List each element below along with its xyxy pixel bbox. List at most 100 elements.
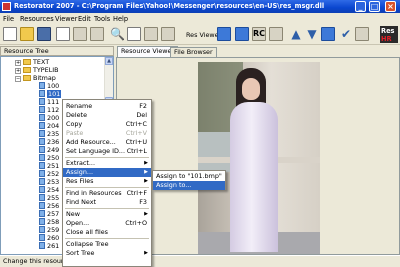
context-menu-item[interactable]: Copy Ctrl+C (63, 120, 151, 129)
rc-view-icon[interactable]: RC (252, 27, 266, 41)
tree-item-label: 249 (47, 146, 60, 154)
menu-item-label: Res Files (66, 177, 94, 185)
context-menu-item[interactable]: Delete Del (63, 111, 151, 120)
bitmap-icon (39, 146, 45, 153)
tree-bitmap-item[interactable]: 101 (39, 90, 62, 98)
tree-item-label: 111 (47, 98, 60, 106)
menu-separator (65, 208, 149, 209)
menu-separator (65, 238, 149, 239)
context-menu-item[interactable]: Res Files ▶ (63, 177, 151, 186)
tree-item-label: 257 (47, 210, 60, 218)
context-menu-item[interactable]: Collapse Tree (63, 240, 151, 249)
menu-item-shortcut: Ctrl+V (125, 129, 147, 137)
tree-item-label: 112 (47, 106, 60, 114)
tree-item-label: 256 (47, 202, 60, 210)
close-button[interactable]: × (385, 1, 396, 12)
tree-item-label: 200 (47, 114, 60, 122)
tree-bitmap-item[interactable]: 254 (39, 186, 59, 194)
save-resource-icon[interactable] (90, 27, 104, 41)
tab-file-browser[interactable]: File Browser (170, 47, 217, 57)
tree-bitmap-item[interactable]: 256 (39, 202, 59, 210)
tree-bitmap-item[interactable]: 100 (39, 82, 59, 90)
menu-item-label: Rename (66, 102, 93, 110)
menu-file[interactable]: File (3, 15, 14, 23)
context-menu-item[interactable]: Find in Resources Ctrl+F (63, 189, 151, 198)
bitmap-icon (39, 130, 45, 137)
checkmark-icon[interactable]: ✔ (339, 27, 353, 41)
new-resource-icon[interactable] (56, 27, 70, 41)
image-view-icon[interactable] (235, 27, 249, 41)
scroll-up-icon[interactable]: ▲ (105, 57, 113, 65)
dialog-view-icon[interactable] (269, 27, 283, 41)
edit-icon[interactable] (355, 27, 369, 41)
hex-view-icon[interactable] (217, 27, 231, 41)
context-menu-item[interactable]: Assign... ▶ (63, 168, 151, 177)
menu-edit[interactable]: Edit (78, 15, 91, 23)
menu-item-shortcut: F3 (139, 198, 147, 206)
context-menu-item[interactable]: Sort Tree ▶ (63, 249, 151, 258)
tree-folder-item[interactable]: + TEXT (15, 58, 49, 66)
context-menu-item[interactable]: Close all files (63, 228, 151, 237)
tree-bitmap-item[interactable]: 204 (39, 122, 59, 130)
tree-item-label: 101 (47, 90, 62, 98)
search-icon[interactable]: 🔍 (110, 27, 125, 41)
menu-resources[interactable]: Resources (20, 15, 54, 23)
context-menu-item[interactable]: New ▶ (63, 210, 151, 219)
minimize-button[interactable]: _ (355, 1, 366, 12)
menu-item-label: New (66, 210, 80, 218)
bitmap-icon (39, 114, 45, 121)
bitmap-icon (39, 162, 45, 169)
book-icon[interactable] (144, 27, 158, 41)
menu-item-label: Close all files (66, 228, 109, 236)
tree-bitmap-item[interactable]: 252 (39, 170, 59, 178)
tree-bitmap-item[interactable]: 111 (39, 98, 59, 106)
context-menu-item[interactable]: Set Language ID... Ctrl+L (63, 147, 151, 156)
tree-bitmap-item[interactable]: 261 (39, 242, 59, 250)
menu-viewer[interactable]: Viewer (55, 15, 77, 23)
expander-icon[interactable]: − (15, 76, 21, 82)
tree-bitmap-item[interactable]: 258 (39, 218, 59, 226)
tree-folder-item[interactable]: + TYPELIB (15, 66, 59, 74)
menu-item-label: Add Resource... (66, 138, 116, 146)
tree-bitmap-item[interactable]: 236 (39, 138, 59, 146)
tree-bitmap-item[interactable]: 260 (39, 234, 59, 242)
tree-bitmap-item[interactable]: 259 (39, 226, 59, 234)
menu-separator (65, 157, 149, 158)
context-menu: Rename F2 Delete Del Copy Ctrl+C Paste Ctrl+V Ad… (62, 99, 152, 267)
tree-bitmap-item[interactable]: 250 (39, 154, 59, 162)
context-menu-item[interactable]: Rename F2 (63, 102, 151, 111)
context-menu-item[interactable]: Extract... ▶ (63, 159, 151, 168)
tree-folder-item[interactable]: − Bitmap (15, 74, 56, 82)
save-disk-icon[interactable] (37, 27, 51, 41)
tree-item-label: 250 (47, 154, 60, 162)
context-menu-item[interactable]: Find Next F3 (63, 198, 151, 207)
menu-separator (65, 187, 149, 188)
menu-help[interactable]: Help (113, 15, 128, 23)
arrow-down-icon[interactable]: ▼ (305, 27, 319, 41)
tree-bitmap-item[interactable]: 255 (39, 194, 59, 202)
assign-to-item[interactable]: Assign to... (153, 181, 225, 190)
open-folder-icon[interactable] (20, 27, 34, 41)
tree-bitmap-item[interactable]: 249 (39, 146, 59, 154)
tree-bitmap-item[interactable]: 251 (39, 162, 59, 170)
tab-resource-viewer[interactable]: Resource Viewer (117, 46, 179, 57)
folder-icon (23, 59, 31, 65)
tree-bitmap-item[interactable]: 112 (39, 106, 59, 114)
tree-bitmap-item[interactable]: 253 (39, 178, 59, 186)
properties-icon[interactable] (127, 27, 141, 41)
tree-bitmap-item[interactable]: 200 (39, 114, 59, 122)
open-resource-icon[interactable] (73, 27, 87, 41)
context-menu-item[interactable]: Add Resource... Ctrl+U (63, 138, 151, 147)
menu-tools[interactable]: Tools (94, 15, 110, 23)
context-menu-item[interactable]: Open... Ctrl+O (63, 219, 151, 228)
clipboard-icon[interactable] (161, 27, 175, 41)
arrow-up-icon[interactable]: ▲ (289, 27, 303, 41)
maximize-button[interactable]: □ (369, 1, 380, 12)
new-file-icon[interactable] (3, 27, 17, 41)
tree-bitmap-item[interactable]: 235 (39, 130, 59, 138)
folder-icon (23, 75, 31, 81)
tree-bitmap-item[interactable]: 257 (39, 210, 59, 218)
target-icon[interactable] (321, 27, 335, 41)
assign-to-file-item[interactable]: Assign to "101.bmp" (153, 172, 225, 181)
bitmap-icon (39, 98, 45, 105)
